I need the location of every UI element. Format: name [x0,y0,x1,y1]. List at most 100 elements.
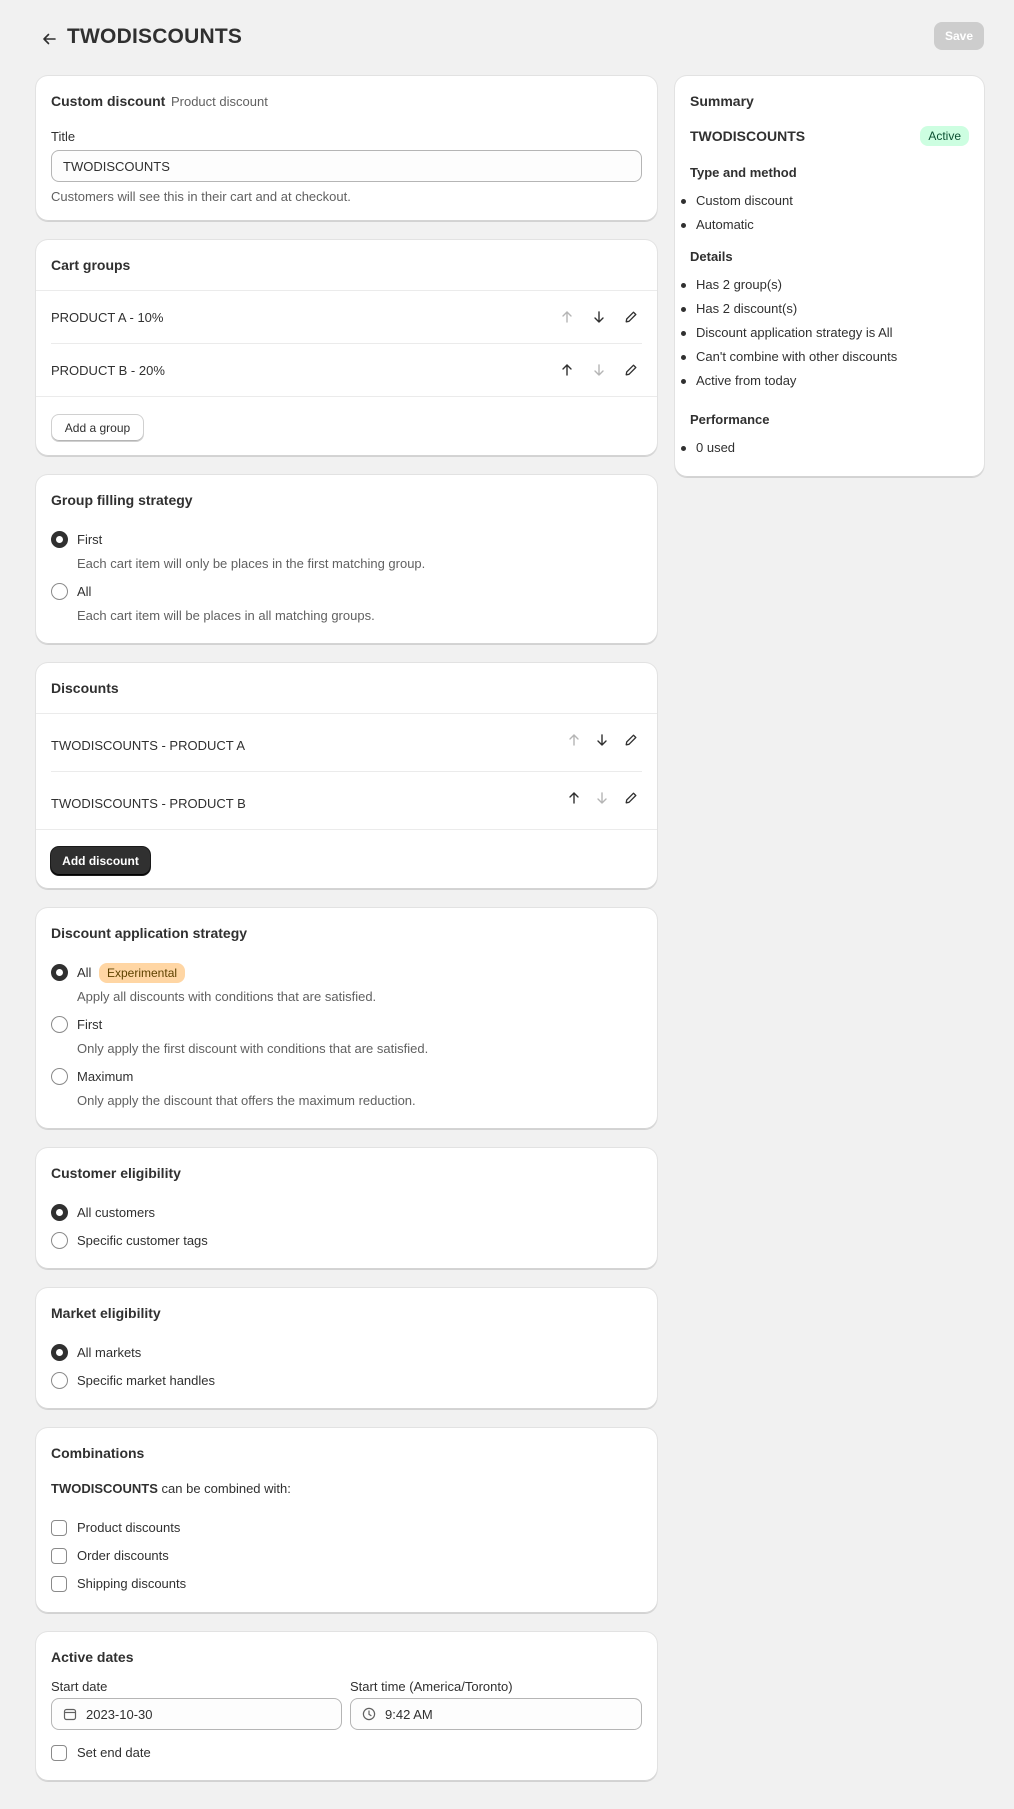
start-date-input[interactable]: 2023-10-30 [51,1698,342,1730]
move-down-button[interactable] [591,787,613,809]
card-title: Market eligibility [51,1305,161,1321]
cart-groups-card: Cart groups PRODUCT A - 10% PRODUCT B - … [36,240,657,456]
discount-item: TWODISCOUNTS - PRODUCT A [51,738,246,753]
move-down-button[interactable] [588,359,610,381]
group-filling-card: Group filling strategy First Each cart i… [36,475,657,644]
radio-label: All [77,584,92,599]
summary-card: Summary TWODISCOUNTS Active Type and met… [675,76,984,477]
divider [51,771,642,772]
radio-help: Apply all discounts with conditions that… [77,989,377,1004]
move-up-button[interactable] [556,359,578,381]
radio-first[interactable] [51,1016,68,1033]
discounts-card: Discounts TWODISCOUNTS - PRODUCT A TWODI… [36,663,657,889]
start-date-label: Start date [51,1679,108,1694]
summary-list-item: 0 used [680,440,736,455]
move-up-button[interactable] [563,729,585,751]
add-discount-button[interactable]: Add discount [51,847,150,875]
details-heading: Details [690,249,733,264]
start-date-value: 2023-10-30 [86,1706,153,1722]
radio-help: Only apply the discount that offers the … [77,1093,416,1108]
status-badge: Active [920,126,969,146]
checkbox-label: Shipping discounts [77,1576,187,1591]
customer-eligibility-card: Customer eligibility All customers Speci… [36,1148,657,1269]
radio-all[interactable] [51,583,68,600]
edit-button[interactable] [620,359,642,381]
radio-help: Each cart item will only be places in th… [77,556,426,571]
checkbox-order-discounts[interactable] [51,1548,67,1564]
arrow-left-icon [43,33,56,45]
start-time-value: 9:42 AM [385,1706,433,1722]
checkbox-shipping-discounts[interactable] [51,1576,67,1592]
move-up-button[interactable] [556,306,578,328]
radio-label: First [77,532,103,547]
discount-item: TWODISCOUNTS - PRODUCT B [51,796,246,811]
move-down-button[interactable] [591,729,613,751]
card-title: Group filling strategy [51,492,193,508]
radio-first[interactable] [51,531,68,548]
pencil-icon [625,364,637,376]
performance-heading: Performance [690,412,770,427]
arrow-down-icon [594,364,604,376]
title-help-text: Customers will see this in their cart an… [51,189,351,204]
card-title: Discount application strategy [51,925,248,941]
checkbox-set-end-date[interactable] [51,1745,67,1761]
title-input[interactable]: TWODISCOUNTS [51,150,642,182]
add-group-button[interactable]: Add a group [51,414,144,442]
divider [36,396,657,397]
arrow-down-icon [597,792,607,804]
radio-label: All customers [77,1205,156,1220]
arrow-up-icon [562,311,572,323]
divider [51,343,642,344]
discount-code: TWODISCOUNTS [51,1481,158,1496]
save-button[interactable]: Save [934,22,984,50]
market-eligibility-card: Market eligibility All markets Specific … [36,1288,657,1409]
calendar-icon [63,1708,77,1721]
radio-help: Only apply the first discount with condi… [77,1041,429,1056]
title-field-label: Title [51,129,76,144]
summary-list-item: Custom discount [681,193,793,208]
arrow-down-icon [597,734,607,746]
arrow-up-icon [569,734,579,746]
radio-specific-markets[interactable] [51,1372,68,1389]
card-title: Custom discount [51,93,166,109]
checkbox-label: Product discounts [77,1520,181,1535]
radio-label: Specific market handles [77,1373,216,1388]
checkbox-product-discounts[interactable] [51,1520,67,1536]
card-title: Customer eligibility [51,1165,181,1181]
arrow-up-icon [569,792,579,804]
radio-label: All [77,965,92,980]
summary-list-item: Automatic [681,217,754,232]
back-button[interactable] [36,26,62,52]
summary-list-item: Can't combine with other discounts [680,349,898,364]
start-time-input[interactable]: 9:42 AM [350,1698,642,1730]
cart-group-item: PRODUCT A - 10% [51,310,164,325]
card-title: Cart groups [51,257,131,273]
summary-list-item: Discount application strategy is All [681,325,893,340]
divider [36,713,657,714]
card-title: Discounts [51,680,119,696]
radio-specific-tags[interactable] [51,1232,68,1249]
combinations-card: Combinations TWODISCOUNTS can be combine… [36,1428,657,1613]
edit-button[interactable] [620,729,642,751]
edit-button[interactable] [620,787,642,809]
clock-icon [362,1707,376,1721]
summary-list-item: Has 2 group(s) [681,277,782,292]
intro-text: can be combined with: [161,1481,291,1496]
combinations-intro: TWODISCOUNTS can be combined with: [51,1481,291,1496]
radio-all-customers[interactable] [51,1204,68,1221]
move-up-button[interactable] [563,787,585,809]
divider [36,829,657,830]
summary-list-item: Active from today [680,373,797,388]
checkbox-label: Order discounts [77,1548,169,1563]
radio-help: Each cart item will be places in all mat… [77,608,375,623]
radio-label: First [77,1017,103,1032]
edit-button[interactable] [620,306,642,328]
radio-all-markets[interactable] [51,1344,68,1361]
page-title: TWODISCOUNTS [67,25,243,48]
radio-all[interactable] [51,964,68,981]
summary-list-item: Has 2 discount(s) [680,301,798,316]
move-down-button[interactable] [588,306,610,328]
arrow-down-icon [594,311,604,323]
radio-maximum[interactable] [51,1068,68,1085]
arrow-up-icon [562,364,572,376]
